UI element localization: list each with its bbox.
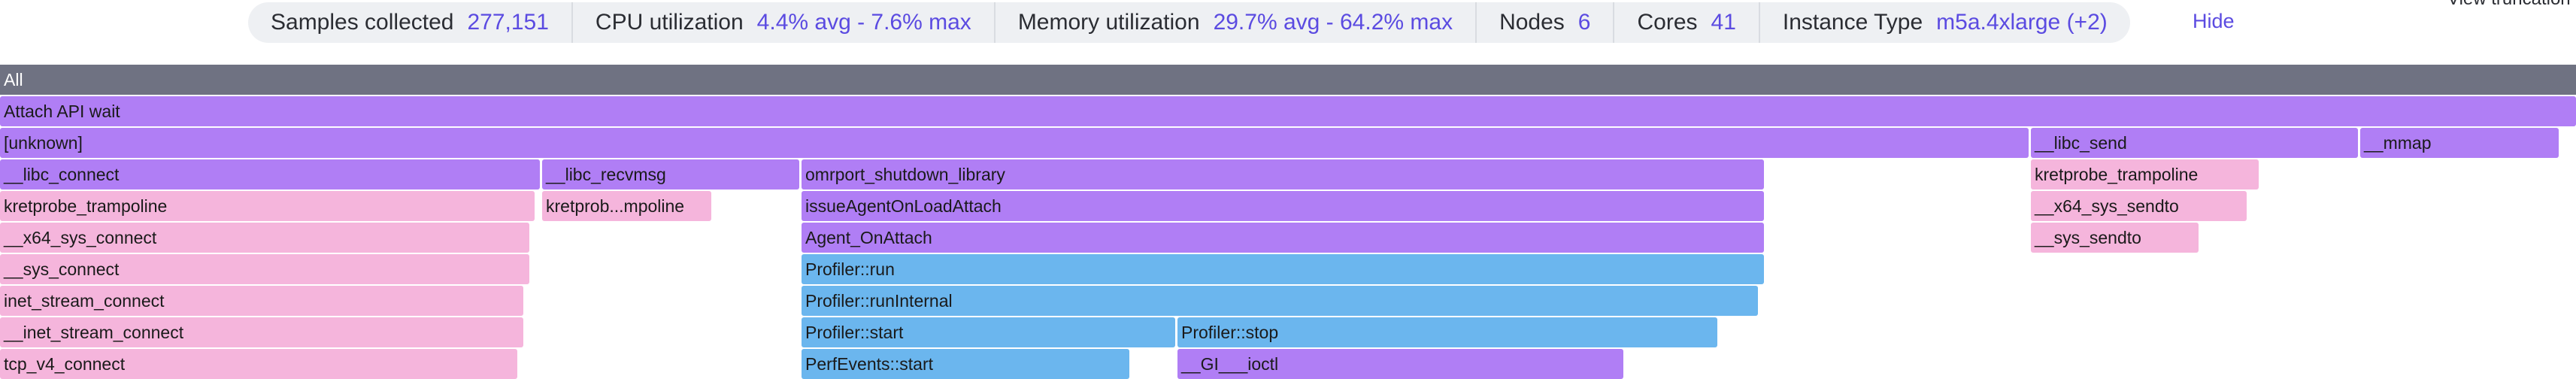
flame-frame[interactable]: __libc_send xyxy=(2031,128,2358,158)
flame-frame[interactable]: __sys_connect xyxy=(0,254,529,284)
flame-frame[interactable]: __inet_stream_connect xyxy=(0,317,523,347)
flamegraph: All Attach API wait [unknown] __libc_send __… xyxy=(0,0,2576,379)
flame-frame[interactable]: kretprobe_trampoline xyxy=(0,191,535,221)
flame-frame[interactable]: PerfEvents::start xyxy=(802,349,1129,379)
flame-frame[interactable]: __GI___ioctl xyxy=(1177,349,1623,379)
flame-frame[interactable]: __libc_recvmsg xyxy=(542,159,799,190)
flame-frame[interactable]: Profiler::run xyxy=(802,254,1764,284)
flame-frame[interactable]: __sys_sendto xyxy=(2031,223,2199,253)
flame-frame[interactable]: Attach API wait xyxy=(0,96,2576,126)
flame-frame[interactable]: Agent_OnAttach xyxy=(802,223,1764,253)
flame-frame[interactable]: inet_stream_connect xyxy=(0,286,523,316)
flame-frame[interactable]: __libc_connect xyxy=(0,159,540,190)
flame-frame[interactable]: omrport_shutdown_library xyxy=(802,159,1764,190)
flame-frame[interactable]: Profiler::stop xyxy=(1177,317,1717,347)
flame-frame[interactable]: __mmap xyxy=(2360,128,2559,158)
flame-frame[interactable]: __x64_sys_sendto xyxy=(2031,191,2247,221)
flame-frame[interactable]: kretprob...mpoline xyxy=(542,191,711,221)
flame-frame[interactable]: kretprobe_trampoline xyxy=(2031,159,2259,190)
flame-frame[interactable]: [unknown] xyxy=(0,128,2029,158)
flame-frame-root[interactable]: All xyxy=(0,65,2576,95)
flame-frame[interactable]: __x64_sys_connect xyxy=(0,223,529,253)
flame-frame[interactable]: tcp_v4_connect xyxy=(0,349,517,379)
flame-frame[interactable]: Profiler::runInternal xyxy=(802,286,1758,316)
flame-frame[interactable]: Profiler::start xyxy=(802,317,1175,347)
flame-frame[interactable]: issueAgentOnLoadAttach xyxy=(802,191,1764,221)
